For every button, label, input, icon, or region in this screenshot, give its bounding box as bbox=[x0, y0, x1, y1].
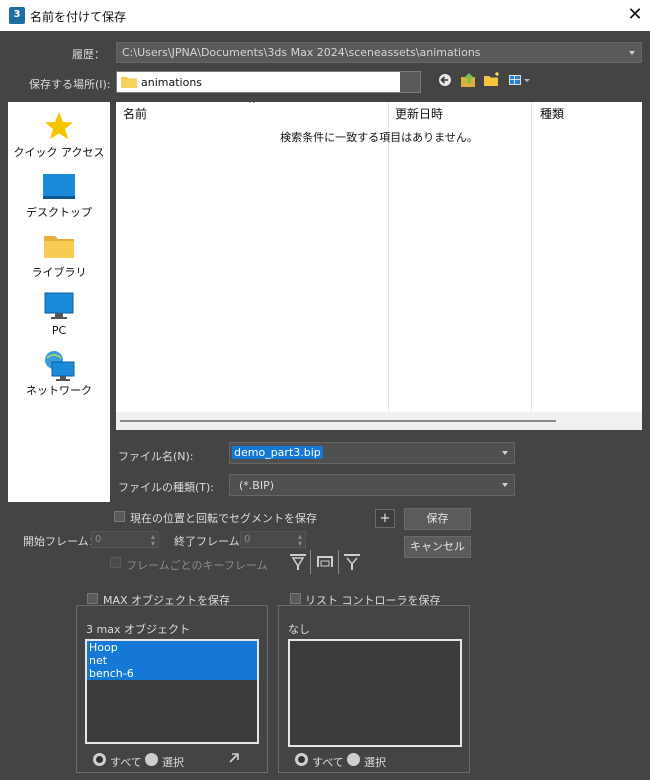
start-frame-value: 0 bbox=[95, 534, 102, 545]
max-objects-title: 3 max オブジェクト bbox=[86, 623, 190, 636]
spinner-arrows-icon: ▴ ▾ bbox=[297, 532, 302, 548]
window-title: 名前を付けて保存 bbox=[30, 10, 127, 24]
radio-all[interactable] bbox=[93, 753, 106, 766]
column-header-modified[interactable]: 更新日時 bbox=[395, 102, 443, 126]
close-icon[interactable]: ✕ bbox=[624, 4, 646, 26]
star-icon bbox=[8, 110, 110, 142]
keys-per-frame-checkbox[interactable] bbox=[110, 557, 121, 568]
save-segment-label: 現在の位置と回転でセグメントを保存 bbox=[130, 512, 317, 525]
new-folder-icon[interactable] bbox=[483, 72, 501, 88]
separator bbox=[310, 550, 311, 574]
file-type-value: (*.BIP) bbox=[239, 479, 275, 492]
save-max-objects-checkbox[interactable] bbox=[87, 593, 98, 604]
filter-key-icon[interactable] bbox=[289, 552, 307, 572]
place-label: PC bbox=[51, 324, 67, 337]
max-objects-list[interactable]: Hoop net bench-6 bbox=[85, 639, 259, 744]
place-quick-access[interactable]: クイック アクセス bbox=[8, 110, 110, 160]
pc-icon bbox=[8, 292, 110, 324]
radio-all-label: すべて bbox=[312, 756, 344, 769]
radio-select[interactable] bbox=[145, 753, 158, 766]
save-list-controllers-checkbox[interactable] bbox=[290, 593, 301, 604]
radio-select[interactable] bbox=[347, 753, 360, 766]
list-controllers-title: なし bbox=[288, 623, 310, 636]
place-label: デスクトップ bbox=[26, 206, 92, 219]
save-in-value: animations bbox=[141, 76, 203, 89]
radio-select-label: 選択 bbox=[364, 756, 386, 769]
end-frame-value: 0 bbox=[244, 534, 251, 545]
start-frame-spinner[interactable]: 0 ▴ ▾ bbox=[91, 531, 159, 548]
radio-all[interactable] bbox=[295, 753, 308, 766]
chevron-down-icon bbox=[629, 50, 635, 55]
arrow-up-right-icon[interactable] bbox=[227, 751, 241, 765]
save-in-label: 保存する場所(I): bbox=[29, 78, 111, 91]
place-desktop[interactable]: デスクトップ bbox=[8, 172, 110, 220]
up-folder-icon[interactable] bbox=[460, 72, 478, 88]
range-icon[interactable] bbox=[315, 552, 335, 572]
sort-caret-icon: ^ bbox=[248, 100, 256, 110]
column-header-name[interactable]: 名前 bbox=[123, 102, 147, 126]
back-icon[interactable] bbox=[437, 72, 455, 88]
chevron-down-icon bbox=[502, 483, 508, 487]
keys-per-frame-label: フレームごとのキーフレーム bbox=[126, 559, 268, 572]
spinner-arrows-icon: ▴ ▾ bbox=[150, 532, 155, 548]
places-bar: クイック アクセス デスクトップ ライブラリ PC ネットワーク bbox=[8, 102, 110, 502]
list-item[interactable]: net bbox=[87, 654, 257, 667]
library-folder-icon bbox=[8, 232, 110, 264]
desktop-icon bbox=[8, 172, 110, 204]
max-objects-group: 3 max オブジェクト Hoop net bench-6 すべて 選択 bbox=[76, 605, 268, 773]
place-libraries[interactable]: ライブラリ bbox=[8, 232, 110, 280]
filter-down-icon[interactable] bbox=[343, 552, 361, 572]
plus-button[interactable]: + bbox=[375, 509, 395, 528]
list-item[interactable]: bench-6 bbox=[87, 667, 257, 680]
save-in-dropdown[interactable]: animations bbox=[116, 71, 421, 93]
save-segment-checkbox[interactable] bbox=[114, 511, 125, 522]
file-list[interactable]: ^ 名前 更新日時 種類 検索条件に一致する項目はありません。 bbox=[116, 100, 642, 430]
file-type-label: ファイルの種類(T): bbox=[118, 481, 215, 494]
file-name-input[interactable]: demo_part3.bip bbox=[229, 442, 515, 464]
place-network[interactable]: ネットワーク bbox=[8, 350, 110, 398]
list-controllers-group: なし すべて 選択 bbox=[278, 605, 470, 773]
list-controllers-list[interactable] bbox=[288, 639, 462, 747]
history-label: 履歴： bbox=[72, 48, 105, 61]
save-button[interactable]: 保存 bbox=[404, 508, 471, 530]
history-dropdown[interactable]: C:\Users\JPNA\Documents\3ds Max 2024\sce… bbox=[116, 42, 642, 63]
file-name-label: ファイル名(N): bbox=[118, 450, 194, 463]
separator bbox=[338, 550, 339, 574]
column-header-type[interactable]: 種類 bbox=[540, 102, 564, 126]
horizontal-scrollbar[interactable] bbox=[116, 412, 642, 430]
history-value: C:\Users\JPNA\Documents\3ds Max 2024\sce… bbox=[122, 46, 481, 59]
radio-all-label: すべて bbox=[110, 756, 142, 769]
chevron-down-icon bbox=[502, 451, 508, 455]
app-icon: 3 bbox=[9, 7, 25, 24]
start-frame-label: 開始フレーム： bbox=[23, 535, 100, 548]
place-label: ネットワーク bbox=[26, 384, 92, 397]
network-icon bbox=[8, 350, 110, 382]
place-label: クイック アクセス bbox=[13, 146, 105, 159]
file-type-dropdown[interactable]: (*.BIP) bbox=[229, 474, 515, 496]
title-bar: 3 名前を付けて保存 ✕ bbox=[0, 0, 650, 31]
empty-message: 検索条件に一致する項目はありません。 bbox=[280, 131, 478, 144]
column-divider bbox=[531, 102, 532, 412]
column-divider bbox=[388, 102, 389, 412]
file-name-value: demo_part3.bip bbox=[232, 446, 323, 459]
end-frame-spinner[interactable]: 0 ▴ ▾ bbox=[240, 531, 306, 548]
place-pc[interactable]: PC bbox=[8, 292, 110, 337]
save-in-dropdown-button[interactable] bbox=[400, 72, 420, 92]
folder-icon bbox=[121, 76, 137, 88]
radio-select-label: 選択 bbox=[162, 756, 184, 769]
place-label: ライブラリ bbox=[31, 266, 87, 279]
scrollbar-thumb[interactable] bbox=[120, 420, 556, 422]
cancel-button[interactable]: キャンセル bbox=[404, 536, 471, 558]
list-item[interactable]: Hoop bbox=[87, 641, 257, 654]
view-menu-icon[interactable] bbox=[507, 72, 533, 88]
